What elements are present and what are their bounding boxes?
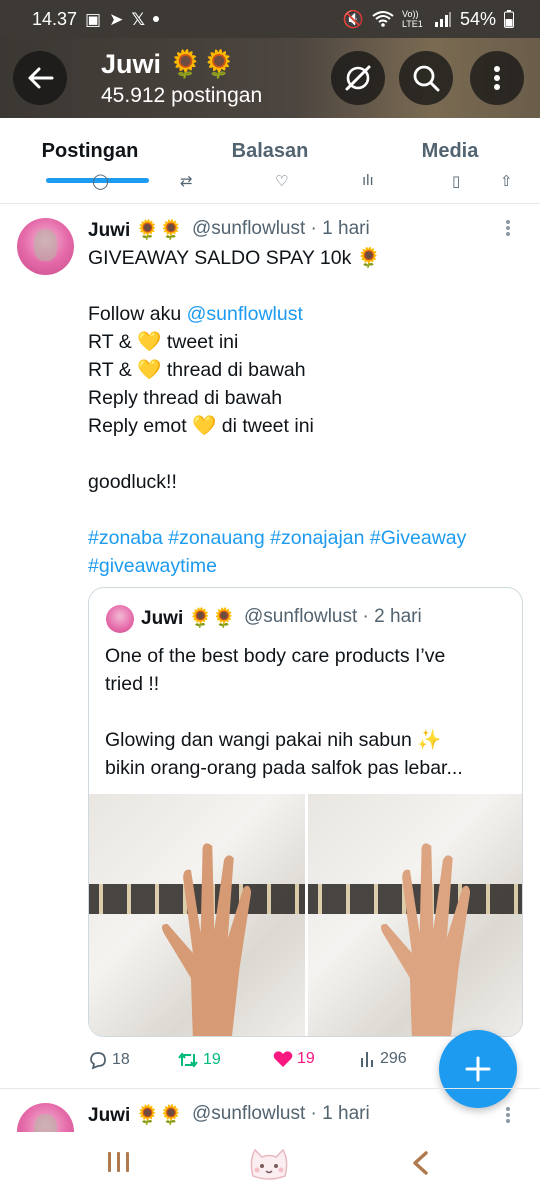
quote-avatar: [106, 605, 134, 633]
grok-icon: [345, 65, 371, 91]
profile-header: Juwi 🌻🌻 45.912 postingan: [0, 38, 540, 118]
quote-author-name: Juwi 🌻🌻: [141, 608, 236, 629]
tweet-author-handle[interactable]: @sunflowlust · 1 hari: [192, 218, 370, 240]
retweet-icon: [178, 1052, 198, 1068]
tweet-more-button[interactable]: [505, 1106, 511, 1129]
tweet-line: GIVEAWAY SALDO SPAY 10k 🌻: [88, 247, 382, 269]
search-button[interactable]: [399, 51, 453, 105]
tweet-author-name[interactable]: Juwi 🌻🌻: [88, 1103, 183, 1127]
cat-face-icon: [250, 1148, 288, 1180]
divider: [0, 203, 540, 204]
notification-dot-icon: [153, 16, 160, 22]
profile-name: Juwi 🌻🌻: [101, 49, 236, 79]
retweet-icon[interactable]: ⇄: [180, 172, 193, 190]
tweet-line: Reply thread di bawah: [88, 387, 283, 409]
network-label: Vo)) LTE1: [401, 9, 423, 29]
views-icon[interactable]: ılı: [362, 172, 374, 189]
quote-line: Glowing dan wangi pakai nih sabun ✨: [105, 729, 442, 751]
quote-text: One of the best body care products I’ve …: [105, 642, 515, 782]
like-button[interactable]: 19: [273, 1050, 315, 1068]
more-vertical-icon: [494, 66, 500, 90]
mention-link[interactable]: @sunflowlust: [187, 303, 303, 325]
quoted-tweet[interactable]: Juwi 🌻🌻 @sunflowlust · 2 hari One of the…: [88, 587, 523, 1037]
more-options-button[interactable]: [470, 51, 524, 105]
previous-tweet-actions: ◯ ⇄ ♡ ılı ▯ ⇧: [0, 170, 540, 192]
reply-icon[interactable]: ◯: [92, 172, 109, 190]
arrow-left-icon: [28, 67, 54, 89]
x-icon: 𝕏: [131, 9, 146, 29]
share-icon[interactable]: ⇧: [500, 172, 513, 190]
gallery-icon: ▣: [85, 9, 102, 29]
grok-button[interactable]: [331, 51, 385, 105]
view-count: 296: [380, 1050, 407, 1067]
tweet-line: RT & 💛 thread di bawah: [88, 359, 306, 381]
hand-photo-left[interactable]: [89, 794, 305, 1036]
quote-author-handle: @sunflowlust · 2 hari: [244, 606, 422, 627]
system-nav-bar: [0, 1132, 540, 1199]
status-time: 14.37: [32, 8, 78, 29]
hashtag-link[interactable]: #giveawaytime: [88, 552, 528, 580]
hand-image: [161, 843, 251, 1036]
retweet-count: 19: [203, 1051, 221, 1068]
home-button[interactable]: [247, 1146, 291, 1185]
tweet-line: Reply emot 💛 di tweet ini: [88, 415, 314, 437]
hand-image: [380, 843, 470, 1036]
reply-button[interactable]: 18: [88, 1050, 130, 1070]
post-count: 45.912 postingan: [101, 84, 263, 107]
tweet-line: Follow aku @sunflowlust: [88, 300, 528, 328]
tweet-line: goodluck!!: [88, 471, 177, 493]
plus-icon: [465, 1056, 491, 1082]
mute-icon: 🔇: [342, 9, 364, 29]
heart-icon: [273, 1051, 293, 1067]
quote-line: bikin orang-orang pada salfok pas lebar.…: [105, 757, 463, 779]
hand-photo-right[interactable]: [308, 794, 522, 1036]
views-button[interactable]: 296: [360, 1050, 407, 1068]
follow-text: Follow aku: [88, 303, 187, 325]
status-bar: 14.37 ▣ ➤ 𝕏 🔇 Vo)) LTE1 54%: [0, 0, 540, 38]
search-icon: [413, 65, 440, 92]
back-button[interactable]: [13, 51, 67, 105]
signal-icon: [434, 12, 451, 27]
back-nav-button[interactable]: [410, 1150, 430, 1181]
wifi-icon: [372, 11, 394, 27]
tweet-author-handle[interactable]: @sunflowlust · 1 hari: [192, 1103, 370, 1125]
battery-percent: 54%: [459, 8, 496, 29]
next-tweet[interactable]: Juwi 🌻🌻 @sunflowlust · 1 hari: [0, 1090, 540, 1132]
more-vertical-icon: [506, 1107, 510, 1123]
reply-count: 18: [112, 1051, 130, 1068]
reply-icon: [90, 1052, 106, 1070]
tweet-text: GIVEAWAY SALDO SPAY 10k 🌻 Follow aku @su…: [88, 244, 528, 580]
chevron-left-icon: [413, 1151, 428, 1175]
avatar[interactable]: [17, 1103, 74, 1132]
retweet-button[interactable]: 19: [177, 1050, 221, 1070]
quote-media: [89, 794, 522, 1036]
tweet-author-name[interactable]: Juwi 🌻🌻: [88, 218, 183, 242]
telegram-icon: ➤: [109, 9, 124, 29]
more-vertical-icon: [506, 220, 510, 236]
views-icon: [361, 1052, 373, 1067]
tweet-line: RT & 💛 tweet ini: [88, 331, 239, 353]
tweet-actions: 18 19 19 296: [88, 1050, 428, 1078]
quote-line: tried !!: [105, 673, 160, 695]
recent-apps-button[interactable]: [106, 1150, 132, 1179]
tweet-more-button[interactable]: [505, 219, 511, 242]
like-icon[interactable]: ♡: [275, 172, 288, 190]
like-count: 19: [297, 1050, 315, 1067]
recent-apps-icon: [108, 1152, 129, 1172]
hashtag-links[interactable]: #zonaba #zonauang #zonajajan #Giveaway: [88, 524, 528, 552]
avatar[interactable]: [17, 218, 74, 275]
quote-line: One of the best body care products I’ve: [105, 645, 446, 667]
divider: [0, 1088, 540, 1089]
bookmark-icon[interactable]: ▯: [452, 172, 460, 190]
battery-icon: [504, 10, 514, 28]
